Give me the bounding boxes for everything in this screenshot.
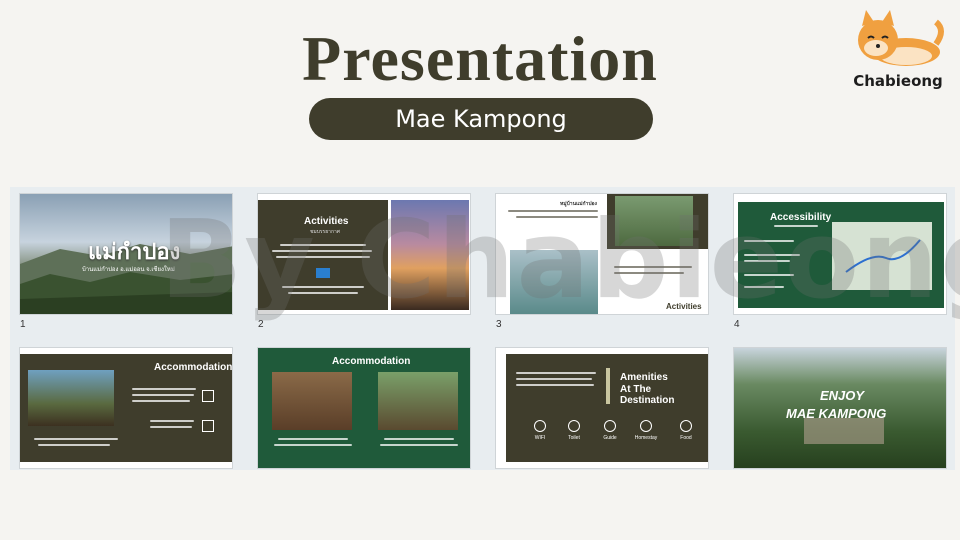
brand-name: Chabieong xyxy=(853,72,943,90)
phone-icon xyxy=(202,420,214,432)
slide-thumbnail-7[interactable]: Amenities At The Destination WIFI Toilet… xyxy=(495,347,709,469)
village-roofs-image xyxy=(804,418,884,444)
slide8-subheading: MAE KAMPONG xyxy=(786,406,887,421)
sunset-tree-image xyxy=(391,200,469,310)
food-icon: Food xyxy=(668,420,704,441)
slide4-heading: Accessibility xyxy=(770,212,832,223)
slide8-heading: ENJOY xyxy=(820,388,865,403)
shiba-dog-icon xyxy=(858,10,944,66)
bed-icon xyxy=(202,390,214,402)
toilet-icon: Toilet xyxy=(556,420,592,441)
waterfall-image xyxy=(510,250,598,314)
wifi-icon: WIFI xyxy=(522,420,558,441)
homestay-icon: Homestay xyxy=(628,420,664,441)
slide7-subheading: At The Destination xyxy=(620,384,675,406)
bamboo-hut-image xyxy=(272,372,352,430)
slide-number: 1 xyxy=(20,319,26,330)
slide3-footer: Activities xyxy=(666,302,702,311)
slide-thumbnail-1[interactable]: แม่กำปอง บ้านแม่กำปอง อ.แม่ออน จ.เชียงให… xyxy=(19,193,233,315)
route-map-image xyxy=(832,222,932,290)
slide-thumbnail-3[interactable]: หมู่บ้านแม่กำปอง Activities xyxy=(495,193,709,315)
village-houses-image xyxy=(378,372,458,430)
village-road-image xyxy=(615,196,693,246)
slide-thumbnail-4[interactable]: Accessibility xyxy=(733,193,947,315)
slide-number: 3 xyxy=(496,319,502,330)
slide2-subheading: ชมบรรยากาศ xyxy=(310,229,340,235)
slide-thumbnail-5[interactable]: Accommodation xyxy=(19,347,233,469)
thumbnail-image-icon xyxy=(316,268,330,278)
slide2-heading: Activities xyxy=(304,216,349,227)
slide-number: 4 xyxy=(734,319,740,330)
brand-logo: Chabieong xyxy=(848,8,948,94)
subtitle-pill: Mae Kampong xyxy=(309,98,653,140)
guide-icon: Guide xyxy=(592,420,628,441)
slide3-heading: หมู่บ้านแม่กำปอง xyxy=(560,201,597,207)
slide-thumbnail-6[interactable]: Accommodation xyxy=(257,347,471,469)
slide1-subheading: บ้านแม่กำปอง อ.แม่ออน จ.เชียงใหม่ xyxy=(82,267,175,273)
slide6-heading: Accommodation xyxy=(332,356,411,367)
page-title: Presentation xyxy=(302,23,658,94)
slide5-heading: Accommodation xyxy=(154,362,233,373)
slide7-heading: Amenities xyxy=(620,372,668,383)
slide-number: 2 xyxy=(258,319,264,330)
slide-thumbnail-8[interactable]: ENJOY MAE KAMPONG xyxy=(733,347,947,469)
slide-thumbnail-2[interactable]: Activities ชมบรรยากาศ xyxy=(257,193,471,315)
treehouse-image xyxy=(28,370,114,426)
